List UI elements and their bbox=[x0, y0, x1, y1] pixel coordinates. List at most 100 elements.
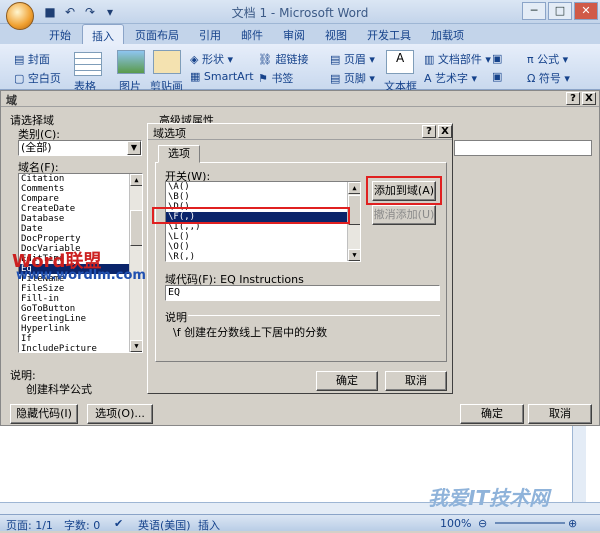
tab-3[interactable]: 引用 bbox=[190, 24, 230, 44]
cover-button[interactable]: ▤ 封面 bbox=[14, 51, 50, 67]
ribbon: ▤ 封面 ▢ 空白页 表格 图片 剪贴画 ◈ 形状 ▾ ▦ SmartArt ⛓… bbox=[0, 44, 600, 93]
field-list-item[interactable]: Hyperlink bbox=[19, 324, 142, 334]
shapes-button[interactable]: ◈ 形状 ▾ bbox=[190, 51, 233, 67]
zoom-out-icon[interactable]: ⊖ bbox=[478, 517, 487, 530]
options-desc-label: 说明 bbox=[165, 311, 187, 324]
field-list-item[interactable]: Fill-in bbox=[19, 294, 142, 304]
textbox-icon[interactable]: A bbox=[386, 50, 414, 74]
cancel-button[interactable]: 取消 bbox=[528, 404, 592, 424]
switch-list-item[interactable]: \B() bbox=[166, 192, 360, 202]
tab-6[interactable]: 视图 bbox=[316, 24, 356, 44]
category-dropdown[interactable]: (全部) ▼ bbox=[18, 140, 142, 156]
shapes-label: 形状 bbox=[201, 53, 224, 66]
field-list-item[interactable]: FileSize bbox=[19, 284, 142, 294]
switch-list-item[interactable]: \O() bbox=[166, 242, 360, 252]
field-list-item[interactable]: Database bbox=[19, 214, 142, 224]
scroll-down-icon[interactable]: ▼ bbox=[348, 249, 360, 261]
field-list-item[interactable]: Compare bbox=[19, 194, 142, 204]
hyperlink-button[interactable]: ⛓ 超链接 bbox=[258, 51, 308, 67]
field-dialog-title: 域 bbox=[6, 94, 17, 107]
options-desc-text: \f 创建在分数线上下居中的分数 bbox=[173, 326, 328, 339]
ok-button[interactable]: 确定 bbox=[460, 404, 524, 424]
field-list-item[interactable]: Comments bbox=[19, 184, 142, 194]
watermark-site: 我爱IT技术网 bbox=[428, 486, 550, 510]
footer-label: 页脚 bbox=[343, 72, 366, 85]
field-code-input[interactable]: EQ bbox=[165, 285, 440, 301]
table-icon[interactable] bbox=[74, 52, 102, 76]
window-title: 文档 1 - Microsoft Word bbox=[231, 6, 369, 20]
tab-1[interactable]: 插入 bbox=[82, 24, 124, 44]
field-dialog-titlebar bbox=[1, 91, 599, 107]
field-properties-box[interactable] bbox=[454, 140, 592, 156]
tab-0[interactable]: 开始 bbox=[40, 24, 80, 44]
help-button[interactable]: ? bbox=[566, 92, 580, 105]
symbol-label: 符号 bbox=[538, 72, 561, 85]
blank-page-button[interactable]: ▢ 空白页 bbox=[14, 70, 61, 86]
options-button[interactable]: 选项(O)... bbox=[87, 404, 153, 424]
zoom-in-icon[interactable]: ⊕ bbox=[568, 517, 577, 530]
tab-options[interactable]: 选项 bbox=[158, 145, 200, 163]
field-list-scrollbar[interactable]: ▲ ▼ bbox=[129, 174, 142, 352]
scroll-thumb[interactable] bbox=[130, 210, 142, 246]
chevron-down-icon[interactable]: ▼ bbox=[127, 141, 141, 155]
field-list-item[interactable]: If bbox=[19, 334, 142, 344]
switch-list-item[interactable]: \A() bbox=[166, 182, 360, 192]
options-help-button[interactable]: ? bbox=[422, 125, 436, 138]
smartart-button[interactable]: ▦ SmartArt bbox=[190, 70, 254, 83]
zoom-slider[interactable] bbox=[495, 522, 565, 524]
options-cancel-button[interactable]: 取消 bbox=[385, 371, 447, 391]
status-bar: 页面: 1/1 字数: 0 ✔ 英语(美国) 插入 100% ⊖ ⊕ bbox=[0, 514, 600, 532]
symbol-button[interactable]: Ω 符号 ▾ bbox=[527, 70, 570, 86]
field-list-item[interactable]: GoToButton bbox=[19, 304, 142, 314]
signature-icon[interactable]: ▣ bbox=[492, 70, 502, 83]
tab-8[interactable]: 加载项 bbox=[422, 24, 473, 44]
description-text: 创建科学公式 bbox=[26, 383, 92, 396]
smartart-label: SmartArt bbox=[203, 70, 254, 83]
doc-parts-label: 文档部件 bbox=[437, 53, 482, 66]
proofing-icon[interactable]: ✔ bbox=[114, 517, 123, 530]
switch-list-item[interactable]: \R(,) bbox=[166, 252, 360, 261]
scroll-down-icon[interactable]: ▼ bbox=[130, 340, 142, 352]
field-list-item[interactable]: Date bbox=[19, 224, 142, 234]
header-button[interactable]: ▤ 页眉 ▾ bbox=[330, 51, 375, 67]
field-list-item[interactable]: GreetingLine bbox=[19, 314, 142, 324]
field-list-item[interactable]: CreateDate bbox=[19, 204, 142, 214]
clipart-icon[interactable] bbox=[153, 50, 181, 74]
document-vscroll[interactable] bbox=[572, 426, 586, 502]
blank-page-label: 空白页 bbox=[27, 72, 61, 85]
close-button[interactable]: X bbox=[582, 92, 596, 105]
bookmark-button[interactable]: ⚑ 书签 bbox=[258, 70, 293, 86]
scroll-up-icon[interactable]: ▲ bbox=[348, 182, 360, 194]
cover-label: 封面 bbox=[27, 53, 50, 66]
options-ok-button[interactable]: 确定 bbox=[316, 371, 378, 391]
bookmark-label: 书签 bbox=[271, 72, 294, 85]
switch-list-item[interactable]: \L() bbox=[166, 232, 360, 242]
hide-codes-button[interactable]: 隐藏代码(I) bbox=[10, 404, 78, 424]
undo-add-button[interactable]: 撤消添加(U) bbox=[372, 205, 436, 225]
header-label: 页眉 bbox=[343, 53, 366, 66]
quickparts-icon[interactable]: ▣ bbox=[492, 52, 502, 65]
picture-icon[interactable] bbox=[117, 50, 145, 74]
options-close-button[interactable]: X bbox=[438, 125, 452, 138]
minimize-icon[interactable]: ─ bbox=[522, 2, 546, 20]
tab-4[interactable]: 邮件 bbox=[232, 24, 272, 44]
doc-parts-button[interactable]: ▥ 文档部件 ▾ bbox=[424, 51, 491, 67]
field-list-item[interactable]: IncludePicture bbox=[19, 344, 142, 352]
field-options-dialog: 域选项 ? X 选项 开关(W): \A() \B() \D() \F(,) \I(,,… bbox=[147, 123, 453, 394]
category-value: (全部) bbox=[21, 141, 52, 154]
office-button[interactable] bbox=[6, 2, 34, 30]
field-list-item[interactable]: Citation bbox=[19, 174, 142, 184]
formula-button[interactable]: π 公式 ▾ bbox=[527, 51, 568, 67]
tab-2[interactable]: 页面布局 bbox=[126, 24, 188, 44]
footer-button[interactable]: ▤ 页脚 ▾ bbox=[330, 70, 375, 86]
watermark-url: www.wordlm.com bbox=[16, 268, 146, 283]
options-titlebar bbox=[148, 124, 452, 140]
status-zoom[interactable]: 100% bbox=[440, 517, 471, 530]
scroll-up-icon[interactable]: ▲ bbox=[130, 174, 142, 186]
maximize-icon[interactable]: □ bbox=[548, 2, 572, 20]
tab-7[interactable]: 开发工具 bbox=[358, 24, 420, 44]
tab-5[interactable]: 审阅 bbox=[274, 24, 314, 44]
wordart-button[interactable]: A 艺术字 ▾ bbox=[424, 70, 477, 86]
field-list-item[interactable]: DocProperty bbox=[19, 234, 142, 244]
close-icon[interactable]: ✕ bbox=[574, 2, 598, 20]
